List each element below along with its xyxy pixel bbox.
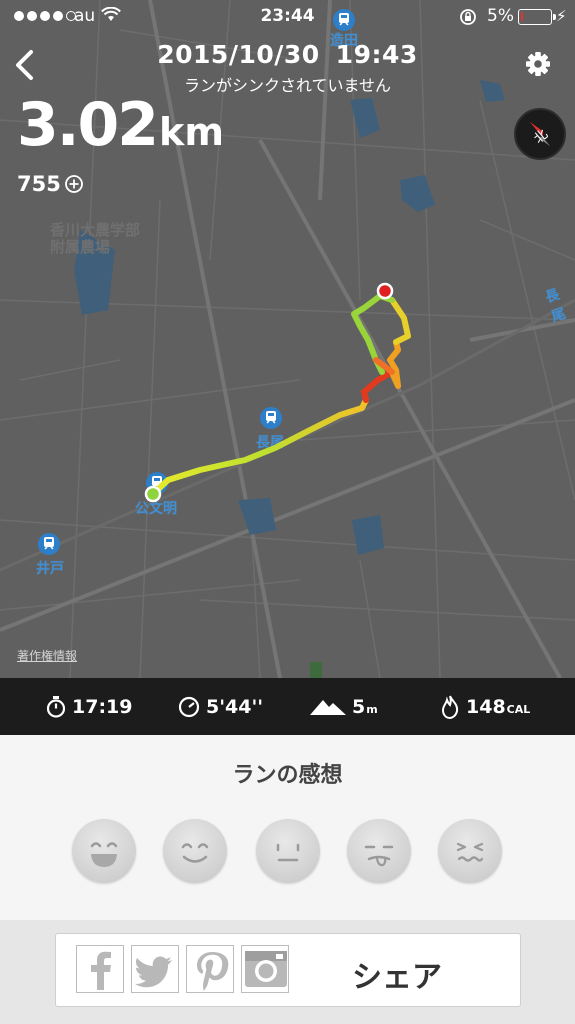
run-feeling-section: ランの感想 (0, 735, 575, 920)
stopwatch-icon (46, 695, 66, 718)
route-end-marker (376, 282, 394, 300)
share-label: シェア (352, 960, 442, 995)
pace-stat: 5'44'' (178, 678, 263, 735)
duration-stat: 17:19 (46, 678, 132, 735)
distance-value: 3.02 (17, 90, 159, 160)
mountain-icon (310, 699, 346, 715)
orientation-lock-icon (460, 9, 476, 25)
happy-face-icon[interactable] (163, 819, 227, 883)
status-bar: au 23:44 5% ⚡ (0, 0, 575, 34)
facebook-icon[interactable] (76, 945, 124, 993)
nikefuel-points[interactable]: 755 (17, 172, 84, 196)
twitter-icon[interactable] (131, 945, 179, 993)
tongue-face-icon[interactable] (347, 819, 411, 883)
duration-value: 17:19 (72, 695, 133, 718)
elevation-stat: 5m (310, 678, 378, 735)
share-button[interactable]: シェア (55, 933, 521, 1007)
run-datetime: 2015/10/30 19:43 (0, 40, 575, 69)
feeling-title: ランの感想 (232, 763, 343, 788)
calories-unit: CAL (506, 702, 531, 716)
share-section: シェア (0, 920, 575, 1024)
calories-stat: 148CAL (440, 678, 530, 735)
calories-value: 148 (466, 695, 506, 718)
pinterest-icon[interactable] (186, 945, 234, 993)
speedometer-icon (178, 696, 200, 717)
pace-value: 5'44'' (206, 695, 264, 718)
elevation-unit: m (366, 702, 378, 716)
instagram-icon[interactable] (241, 945, 289, 993)
distance-display: 3.02km (17, 90, 224, 160)
tired-face-icon[interactable] (438, 819, 502, 883)
run-time: 19:43 (335, 40, 418, 69)
charging-bolt-icon: ⚡ (556, 7, 567, 25)
plus-circle-icon (64, 175, 83, 193)
neutral-face-icon[interactable] (256, 819, 320, 883)
distance-unit: km (159, 110, 224, 154)
very-happy-face-icon[interactable] (72, 819, 136, 883)
compass-button[interactable]: 北 (514, 108, 566, 160)
elevation-value: 5 (352, 695, 366, 718)
copyright-link[interactable]: 著作権情報 (17, 647, 77, 664)
flame-icon (441, 695, 459, 719)
battery-level-fill (521, 12, 523, 21)
run-date: 2015/10/30 (157, 40, 320, 69)
battery-percent: 5% (487, 6, 514, 26)
points-value: 755 (17, 172, 61, 196)
gear-icon[interactable] (524, 50, 552, 78)
run-stats-bar: 17:19 5'44'' 5m 148CAL (0, 678, 575, 735)
route-start-marker (144, 485, 162, 503)
battery-icon (518, 9, 556, 25)
